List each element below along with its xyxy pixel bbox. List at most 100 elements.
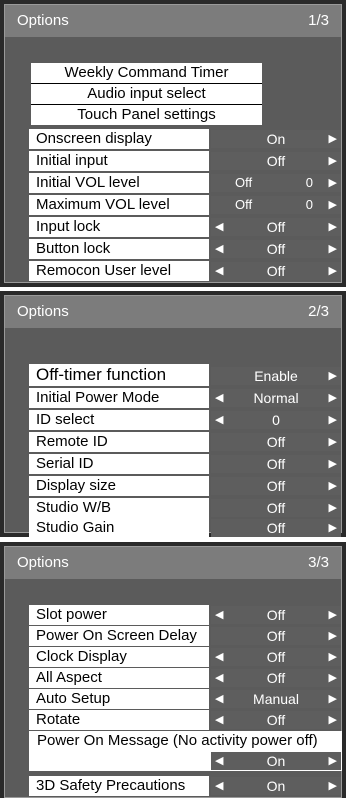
arrow-right-icon[interactable]: ▶ xyxy=(329,477,337,495)
row-label: Off-timer function xyxy=(29,364,209,386)
row-3d-safety-precautions[interactable]: 3D Safety Precautions ◀ On ▶ xyxy=(29,776,342,796)
value-slot-power[interactable]: ◀ Off ▶ xyxy=(211,606,341,624)
panel-2-title: Options xyxy=(17,303,69,320)
row-label: Serial ID xyxy=(29,454,209,474)
arrow-right-icon[interactable]: ▶ xyxy=(329,669,337,687)
value-clock-display[interactable]: ◀ Off ▶ xyxy=(211,648,341,666)
row-label: Remocon User level xyxy=(29,261,209,281)
row-label: Button lock xyxy=(29,239,209,259)
row-rotate[interactable]: Rotate ◀ Off ▶ xyxy=(29,710,342,730)
arrow-right-icon[interactable]: ▶ xyxy=(329,367,337,385)
value-initial-input[interactable]: Off ▶ xyxy=(211,152,341,170)
arrow-right-icon[interactable]: ▶ xyxy=(329,648,337,666)
row-label: Maximum VOL level xyxy=(29,195,209,215)
row-label: All Aspect xyxy=(29,668,209,688)
value-input-lock[interactable]: ◀ Off ▶ xyxy=(211,218,341,236)
row-label: Display size xyxy=(29,476,209,496)
arrow-right-icon[interactable]: ▶ xyxy=(329,196,337,214)
value-remocon-user-level[interactable]: ◀ Off ▶ xyxy=(211,262,341,280)
power-on-message-label: Power On Message (No activity power off) xyxy=(37,732,318,749)
row-serial-id[interactable]: Serial ID Off ▶ xyxy=(29,454,342,474)
value-studio-gain[interactable]: Off ▶ xyxy=(211,519,341,537)
row-auto-setup[interactable]: Auto Setup ◀ Manual ▶ xyxy=(29,689,342,709)
row-initial-input[interactable]: Initial input Off ▶ xyxy=(29,151,342,171)
row-display-size[interactable]: Display size Off ▶ xyxy=(29,476,342,496)
row-studio-wb[interactable]: Studio W/B Off ▶ xyxy=(29,498,342,518)
arrow-right-icon[interactable]: ▶ xyxy=(329,690,337,708)
menu-item-weekly-command-timer[interactable]: Weekly Command Timer xyxy=(31,63,262,83)
row-slot-power[interactable]: Slot power ◀ Off ▶ xyxy=(29,605,342,625)
value-maximum-vol-level[interactable]: Off 0 ▶ xyxy=(211,196,341,214)
row-all-aspect[interactable]: All Aspect ◀ Off ▶ xyxy=(29,668,342,688)
row-onscreen-display[interactable]: Onscreen display On ▶ xyxy=(29,129,342,149)
value-3d-safety-precautions[interactable]: ◀ On ▶ xyxy=(211,777,341,795)
row-power-on-message[interactable]: Power On Message (No activity power off)… xyxy=(29,731,342,771)
row-id-select[interactable]: ID select ◀ 0 ▶ xyxy=(29,410,342,430)
arrow-right-icon[interactable]: ▶ xyxy=(329,627,337,645)
value-display-size[interactable]: Off ▶ xyxy=(211,477,341,495)
panel-2-body: Options 2/3 Off-timer function Enable ▶ … xyxy=(4,295,342,538)
value-onscreen-display[interactable]: On ▶ xyxy=(211,130,341,148)
arrow-right-icon[interactable]: ▶ xyxy=(329,218,337,236)
panel-3-body: Options 3/3 Slot power ◀ Off ▶ Power On … xyxy=(4,546,342,798)
row-label: Onscreen display xyxy=(29,129,209,149)
row-remocon-user-level[interactable]: Remocon User level ◀ Off ▶ xyxy=(29,261,342,281)
arrow-right-icon[interactable]: ▶ xyxy=(329,752,337,770)
menu-item-touch-panel-settings[interactable]: Touch Panel settings xyxy=(31,105,262,125)
row-label: Initial Power Mode xyxy=(29,388,209,408)
panel-3-page: 3/3 xyxy=(308,554,329,571)
panel-1-body: Options 1/3 Weekly Command Timer Audio i… xyxy=(4,4,342,283)
row-label: Input lock xyxy=(29,217,209,237)
arrow-right-icon[interactable]: ▶ xyxy=(329,174,337,192)
value-off-timer-function[interactable]: Enable ▶ xyxy=(211,367,341,385)
row-input-lock[interactable]: Input lock ◀ Off ▶ xyxy=(29,217,342,237)
row-initial-power-mode[interactable]: Initial Power Mode ◀ Normal ▶ xyxy=(29,388,342,408)
value-button-lock[interactable]: ◀ Off ▶ xyxy=(211,240,341,258)
value-initial-power-mode[interactable]: ◀ Normal ▶ xyxy=(211,389,341,407)
value-initial-vol-level[interactable]: Off 0 ▶ xyxy=(211,174,341,192)
arrow-right-icon[interactable]: ▶ xyxy=(329,519,337,537)
row-button-lock[interactable]: Button lock ◀ Off ▶ xyxy=(29,239,342,259)
row-label: Clock Display xyxy=(29,647,209,667)
value-auto-setup[interactable]: ◀ Manual ▶ xyxy=(211,690,341,708)
arrow-right-icon[interactable]: ▶ xyxy=(329,262,337,280)
options-panel-2: Options 2/3 Off-timer function Enable ▶ … xyxy=(0,291,346,538)
value-all-aspect[interactable]: ◀ Off ▶ xyxy=(211,669,341,687)
row-label: 3D Safety Precautions xyxy=(29,776,209,796)
arrow-right-icon[interactable]: ▶ xyxy=(329,152,337,170)
panel-1-page: 1/3 xyxy=(308,12,329,29)
value-id-select[interactable]: ◀ 0 ▶ xyxy=(211,411,341,429)
panel-1-header: Options 1/3 xyxy=(5,5,341,37)
value-studio-wb[interactable]: Off ▶ xyxy=(211,499,341,517)
row-label: ID select xyxy=(29,410,209,430)
row-label: Studio W/B xyxy=(29,498,209,518)
arrow-right-icon[interactable]: ▶ xyxy=(329,411,337,429)
arrow-right-icon[interactable]: ▶ xyxy=(329,433,337,451)
value-serial-id[interactable]: Off ▶ xyxy=(211,455,341,473)
arrow-right-icon[interactable]: ▶ xyxy=(329,240,337,258)
row-off-timer-function[interactable]: Off-timer function Enable ▶ xyxy=(29,364,342,386)
value-power-on-message[interactable]: ◀ On ▶ xyxy=(211,752,341,770)
row-remote-id[interactable]: Remote ID Off ▶ xyxy=(29,432,342,452)
arrow-right-icon[interactable]: ▶ xyxy=(329,777,337,795)
row-power-on-screen-delay[interactable]: Power On Screen Delay Off ▶ xyxy=(29,626,342,646)
value-rotate[interactable]: ◀ Off ▶ xyxy=(211,711,341,729)
row-initial-vol-level[interactable]: Initial VOL level Off 0 ▶ xyxy=(29,173,342,193)
arrow-right-icon[interactable]: ▶ xyxy=(329,389,337,407)
row-clock-display[interactable]: Clock Display ◀ Off ▶ xyxy=(29,647,342,667)
arrow-right-icon[interactable]: ▶ xyxy=(329,606,337,624)
arrow-right-icon[interactable]: ▶ xyxy=(329,455,337,473)
value-power-on-screen-delay[interactable]: Off ▶ xyxy=(211,627,341,645)
arrow-right-icon[interactable]: ▶ xyxy=(329,499,337,517)
arrow-right-icon[interactable]: ▶ xyxy=(329,130,337,148)
panel-3-header: Options 3/3 xyxy=(5,547,341,579)
row-label: Slot power xyxy=(29,605,209,625)
panel-3-title: Options xyxy=(17,554,69,571)
row-studio-gain[interactable]: Studio Gain Off ▶ xyxy=(29,518,342,538)
menu-item-audio-input-select[interactable]: Audio input select xyxy=(31,84,262,104)
panel-2-header: Options 2/3 xyxy=(5,296,341,328)
arrow-right-icon[interactable]: ▶ xyxy=(329,711,337,729)
row-label: Power On Screen Delay xyxy=(29,626,209,646)
value-remote-id[interactable]: Off ▶ xyxy=(211,433,341,451)
row-maximum-vol-level[interactable]: Maximum VOL level Off 0 ▶ xyxy=(29,195,342,215)
